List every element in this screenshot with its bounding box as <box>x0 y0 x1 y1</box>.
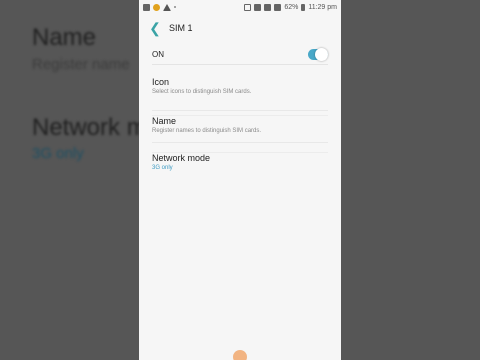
background-name-subtitle: Register name <box>32 56 130 73</box>
item-title: Icon <box>152 77 170 87</box>
warning-icon <box>163 3 171 11</box>
notification-icon <box>153 3 160 11</box>
sim-on-toggle-row[interactable]: ON <box>152 44 328 65</box>
battery-percent: 62% <box>284 3 299 11</box>
page-title: SIM 1 <box>169 23 193 33</box>
item-title: Name <box>152 116 177 126</box>
sim-toggle-switch[interactable] <box>308 47 328 61</box>
settings-item-icon[interactable]: Icon Select icons to distinguish SIM car… <box>152 77 328 101</box>
phone-screen: 62% 11:29 pm ❮ SIM 1 ON Icon Select icon… <box>139 0 341 360</box>
back-arrow-icon[interactable]: ❮ <box>143 14 167 42</box>
status-right-icons: 62% 11:29 pm <box>244 3 341 11</box>
status-left-icons <box>139 3 176 11</box>
item-subtitle: 3G only <box>152 165 173 171</box>
background-name-title: Name <box>32 24 97 51</box>
divider <box>152 142 328 143</box>
item-title: Network mode <box>152 153 211 163</box>
home-button-hint[interactable] <box>233 350 247 360</box>
background-left-panel: Name Register name Network m 3G only <box>0 0 139 360</box>
battery-icon <box>301 3 306 11</box>
signal-icon <box>254 3 262 11</box>
more-dot-icon <box>174 6 176 8</box>
on-label: ON <box>152 49 164 59</box>
status-bar: 62% 11:29 pm <box>139 0 341 14</box>
settings-item-name[interactable]: Name Register names to distinguish SIM c… <box>152 115 328 140</box>
item-subtitle: Select icons to distinguish SIM cards. <box>152 89 252 95</box>
toggle-knob <box>315 47 328 61</box>
video-icon <box>143 3 150 11</box>
app-bar: ❮ SIM 1 <box>139 14 341 42</box>
settings-item-network-mode[interactable]: Network mode 3G only <box>152 152 328 177</box>
wifi-icon <box>264 3 272 11</box>
divider <box>152 110 328 111</box>
background-network-subtitle: 3G only <box>32 145 84 162</box>
sim-icon <box>244 3 252 11</box>
item-subtitle: Register names to distinguish SIM cards. <box>152 128 262 134</box>
background-network-title: Network m <box>32 114 139 141</box>
background-right-panel <box>341 0 480 360</box>
clock: 11:29 pm <box>308 3 337 11</box>
signal-bars-icon <box>274 3 282 11</box>
